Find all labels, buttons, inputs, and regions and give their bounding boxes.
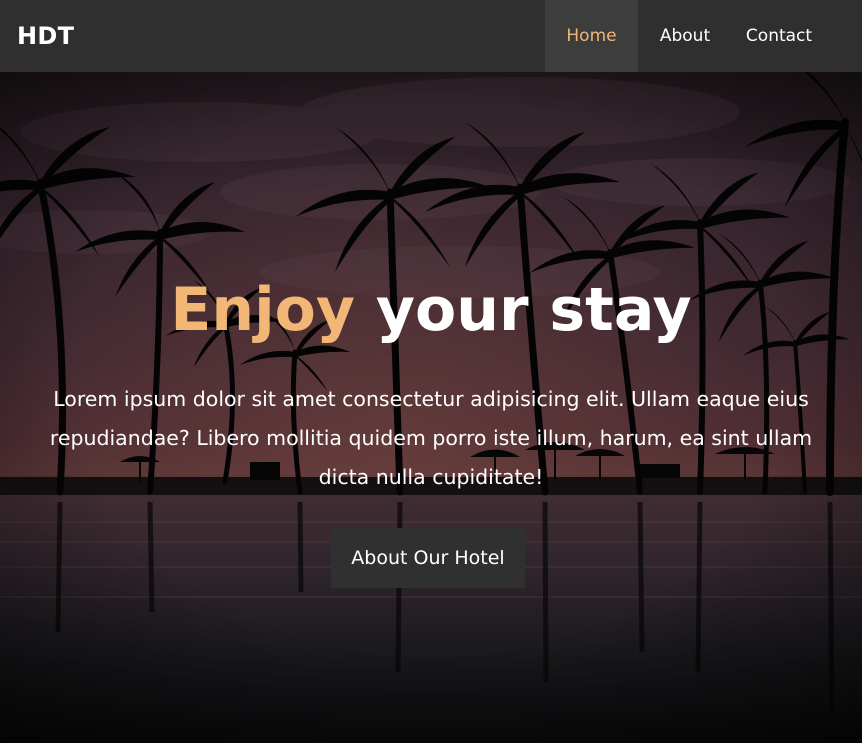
hero-title: Enjoy your stay xyxy=(0,270,862,350)
hero-title-accent: Enjoy xyxy=(170,275,356,345)
navbar: HDT Home About Contact xyxy=(0,0,862,72)
page: HDT Home About Contact Enjoy your stay L… xyxy=(0,0,862,743)
hero-section: Enjoy your stay Lorem ipsum dolor sit am… xyxy=(0,72,862,743)
nav-link-contact[interactable]: Contact xyxy=(732,0,826,72)
hero-description: Lorem ipsum dolor sit amet consectetur a… xyxy=(49,387,813,489)
brand-logo[interactable]: HDT xyxy=(17,0,74,72)
nav-link-about[interactable]: About xyxy=(638,0,732,72)
nav-links: Home About Contact xyxy=(545,0,826,72)
about-hotel-button[interactable]: About Our Hotel xyxy=(331,528,525,588)
nav-link-home[interactable]: Home xyxy=(545,0,638,72)
hero-content: Enjoy your stay Lorem ipsum dolor sit am… xyxy=(0,72,862,743)
hero-title-rest: your stay xyxy=(355,275,692,345)
